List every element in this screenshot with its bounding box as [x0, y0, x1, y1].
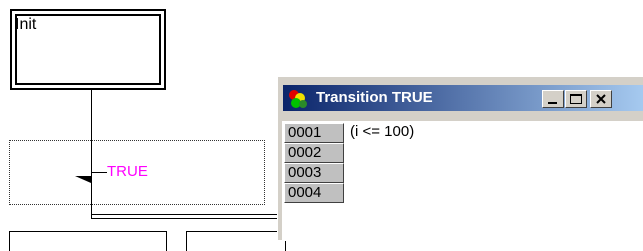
line-number: 0002 [284, 143, 344, 163]
connector-line [91, 90, 92, 142]
title-bar[interactable]: Transition TRUE [283, 85, 643, 111]
line-number: 0001 [284, 123, 344, 143]
close-icon [596, 94, 606, 104]
maximize-icon [570, 94, 582, 104]
minimize-button[interactable] [542, 90, 564, 108]
line-number: 0003 [284, 163, 344, 183]
next-step-left[interactable] [9, 231, 167, 251]
transition-label[interactable]: TRUE [107, 162, 148, 182]
line-number: 0004 [284, 183, 344, 203]
branch-line [91, 218, 281, 219]
close-button[interactable] [590, 90, 612, 108]
transition-editor-window: Transition TRUE 0001 0002 0003 0004 (i <… [277, 76, 643, 241]
transition-bar [91, 172, 107, 173]
branch-line [91, 214, 281, 215]
connector-line [91, 141, 92, 205]
window-title: Transition TRUE [316, 89, 433, 106]
code-line[interactable]: (i <= 100) [350, 123, 414, 141]
maximize-button[interactable] [565, 90, 587, 108]
connector-line [91, 205, 92, 218]
init-step-inner-border [15, 14, 161, 85]
next-step-right[interactable] [186, 231, 286, 251]
code-editor[interactable]: 0001 0002 0003 0004 (i <= 100) [282, 121, 643, 241]
traffic-light-icon [289, 90, 307, 108]
init-step-label: Init [15, 16, 37, 33]
minimize-icon [548, 102, 557, 104]
transition-arrow-icon [75, 176, 91, 183]
